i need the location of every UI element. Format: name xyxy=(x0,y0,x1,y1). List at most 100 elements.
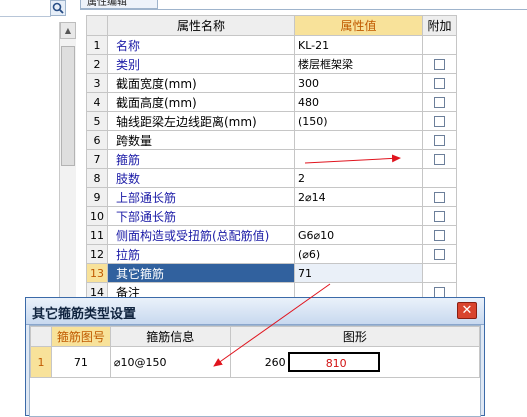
extra-checkbox[interactable] xyxy=(434,249,445,260)
extra-checkbox[interactable] xyxy=(434,78,445,89)
left-search-field[interactable] xyxy=(0,0,51,17)
property-row[interactable]: 2 类别 楼层框架梁 xyxy=(86,54,457,74)
property-name[interactable]: 其它箍筋 xyxy=(107,263,295,283)
property-row[interactable]: 4 截面高度(mm) 480 xyxy=(86,92,457,112)
property-value[interactable]: (⌀6) xyxy=(294,244,423,264)
property-name[interactable]: 下部通长筋 xyxy=(107,206,295,226)
extra-checkbox[interactable] xyxy=(434,135,445,146)
property-row[interactable]: 9 上部通长筋 2⌀14 xyxy=(86,187,457,207)
property-value[interactable]: 71 xyxy=(294,263,423,283)
row-index: 10 xyxy=(86,206,108,226)
property-name[interactable]: 上部通长筋 xyxy=(107,187,295,207)
extra-cell xyxy=(422,244,457,264)
property-name[interactable]: 拉筋 xyxy=(107,244,295,264)
stirrup-info-cell[interactable]: ⌀10@150 xyxy=(109,346,231,378)
row-index: 4 xyxy=(86,92,108,112)
stirrup-code-cell[interactable]: 71 xyxy=(50,346,111,378)
stirrup-type-dialog: 其它箍筋类型设置 ✕ 箍筋图号 箍筋信息 图形 1 71 ⌀10@150 260… xyxy=(25,297,485,417)
row-index: 2 xyxy=(86,54,108,74)
row-index: 11 xyxy=(86,225,108,245)
header-stirrup-code[interactable]: 箍筋图号 xyxy=(50,326,111,347)
row-index: 1 xyxy=(86,35,108,55)
extra-cell xyxy=(422,225,457,245)
property-name[interactable]: 名称 xyxy=(107,35,295,55)
extra-cell xyxy=(422,92,457,112)
row-index: 6 xyxy=(86,130,108,150)
extra-checkbox[interactable] xyxy=(434,192,445,203)
row-index: 13 xyxy=(86,263,108,283)
row-index: 5 xyxy=(86,111,108,131)
row-index: 1 xyxy=(30,346,52,378)
property-row[interactable]: 12 拉筋 (⌀6) xyxy=(86,244,457,264)
property-row[interactable]: 1 名称 KL-21 xyxy=(86,35,457,55)
row-index: 7 xyxy=(86,149,108,169)
property-row[interactable]: 3 截面宽度(mm) 300 xyxy=(86,73,457,93)
search-button[interactable] xyxy=(50,0,66,16)
property-value[interactable]: KL-21 xyxy=(294,35,423,55)
property-row[interactable]: 11 侧面构造或受扭筋(总配筋值) G6⌀10 xyxy=(86,225,457,245)
property-value[interactable] xyxy=(294,206,423,226)
extra-checkbox[interactable] xyxy=(434,59,445,70)
property-value[interactable]: 480 xyxy=(294,92,423,112)
header-stirrup-info[interactable]: 箍筋信息 xyxy=(109,326,231,347)
property-name[interactable]: 侧面构造或受扭筋(总配筋值) xyxy=(107,225,295,245)
extra-checkbox[interactable] xyxy=(434,97,445,108)
row-index: 9 xyxy=(86,187,108,207)
extra-checkbox[interactable] xyxy=(434,154,445,165)
property-row[interactable]: 7 箍筋 xyxy=(86,149,457,169)
property-row[interactable]: 10 下部通长筋 xyxy=(86,206,457,226)
extra-cell xyxy=(422,149,457,169)
property-value[interactable]: 2 xyxy=(294,168,423,188)
shape-left-dimension[interactable]: 260 xyxy=(265,356,286,369)
stirrup-table: 箍筋图号 箍筋信息 图形 1 71 ⌀10@150 260 810 xyxy=(30,326,481,378)
shape-inner-dimension[interactable]: 810 xyxy=(326,357,347,370)
property-value[interactable]: G6⌀10 xyxy=(294,225,423,245)
property-name[interactable]: 类别 xyxy=(107,54,295,74)
property-table-header: 属性名称 属性值 附加 xyxy=(86,15,457,36)
property-name[interactable]: 肢数 xyxy=(107,168,295,188)
property-value[interactable]: 2⌀14 xyxy=(294,187,423,207)
header-index xyxy=(86,15,108,36)
header-index xyxy=(30,326,52,347)
property-name[interactable]: 截面宽度(mm) xyxy=(107,73,295,93)
property-name[interactable]: 轴线距梁左边线距离(mm) xyxy=(107,111,295,131)
tab-divider xyxy=(80,9,527,10)
tab-property-edit[interactable]: 属性编辑 xyxy=(80,0,158,9)
property-value[interactable]: (150) xyxy=(294,111,423,131)
property-row[interactable]: 8 肢数 2 xyxy=(86,168,457,188)
extra-cell xyxy=(422,206,457,226)
property-name[interactable]: 截面高度(mm) xyxy=(107,92,295,112)
extra-checkbox[interactable] xyxy=(434,116,445,127)
extra-cell xyxy=(422,168,457,188)
property-name[interactable]: 箍筋 xyxy=(107,149,295,169)
header-extra[interactable]: 附加 xyxy=(422,15,457,36)
scroll-up-arrow-icon[interactable]: ▲ xyxy=(60,22,76,39)
stirrup-row[interactable]: 1 71 ⌀10@150 260 810 xyxy=(30,346,481,378)
extra-cell xyxy=(422,54,457,74)
header-property-name[interactable]: 属性名称 xyxy=(107,15,295,36)
dialog-title-bar[interactable]: 其它箍筋类型设置 ✕ xyxy=(26,298,484,325)
extra-cell xyxy=(422,187,457,207)
property-name[interactable]: 跨数量 xyxy=(107,130,295,150)
row-index: 8 xyxy=(86,168,108,188)
magnifier-icon xyxy=(52,2,64,14)
stirrup-shape-cell[interactable]: 260 810 xyxy=(229,346,481,378)
extra-checkbox[interactable] xyxy=(434,211,445,222)
header-shape[interactable]: 图形 xyxy=(229,326,481,347)
property-value[interactable]: 300 xyxy=(294,73,423,93)
stirrup-table-header: 箍筋图号 箍筋信息 图形 xyxy=(30,326,481,347)
extra-checkbox[interactable] xyxy=(434,230,445,241)
property-row[interactable]: 6 跨数量 xyxy=(86,130,457,150)
scroll-thumb[interactable] xyxy=(61,46,75,166)
property-value[interactable]: 楼层框架梁 xyxy=(294,54,423,74)
property-row[interactable]: 5 轴线距梁左边线距离(mm) (150) xyxy=(86,111,457,131)
extra-cell xyxy=(422,73,457,93)
header-property-value[interactable]: 属性值 xyxy=(294,15,423,36)
property-value[interactable] xyxy=(294,130,423,150)
row-index: 3 xyxy=(86,73,108,93)
property-table: 属性名称 属性值 附加 1 名称 KL-21 2 类别 楼层框架梁 3 截面宽度(mm) 300… xyxy=(86,15,457,302)
property-value[interactable] xyxy=(294,149,423,169)
property-row[interactable]: 13 其它箍筋 71 xyxy=(86,263,457,283)
close-icon: ✕ xyxy=(461,303,473,318)
close-button[interactable]: ✕ xyxy=(457,302,477,319)
